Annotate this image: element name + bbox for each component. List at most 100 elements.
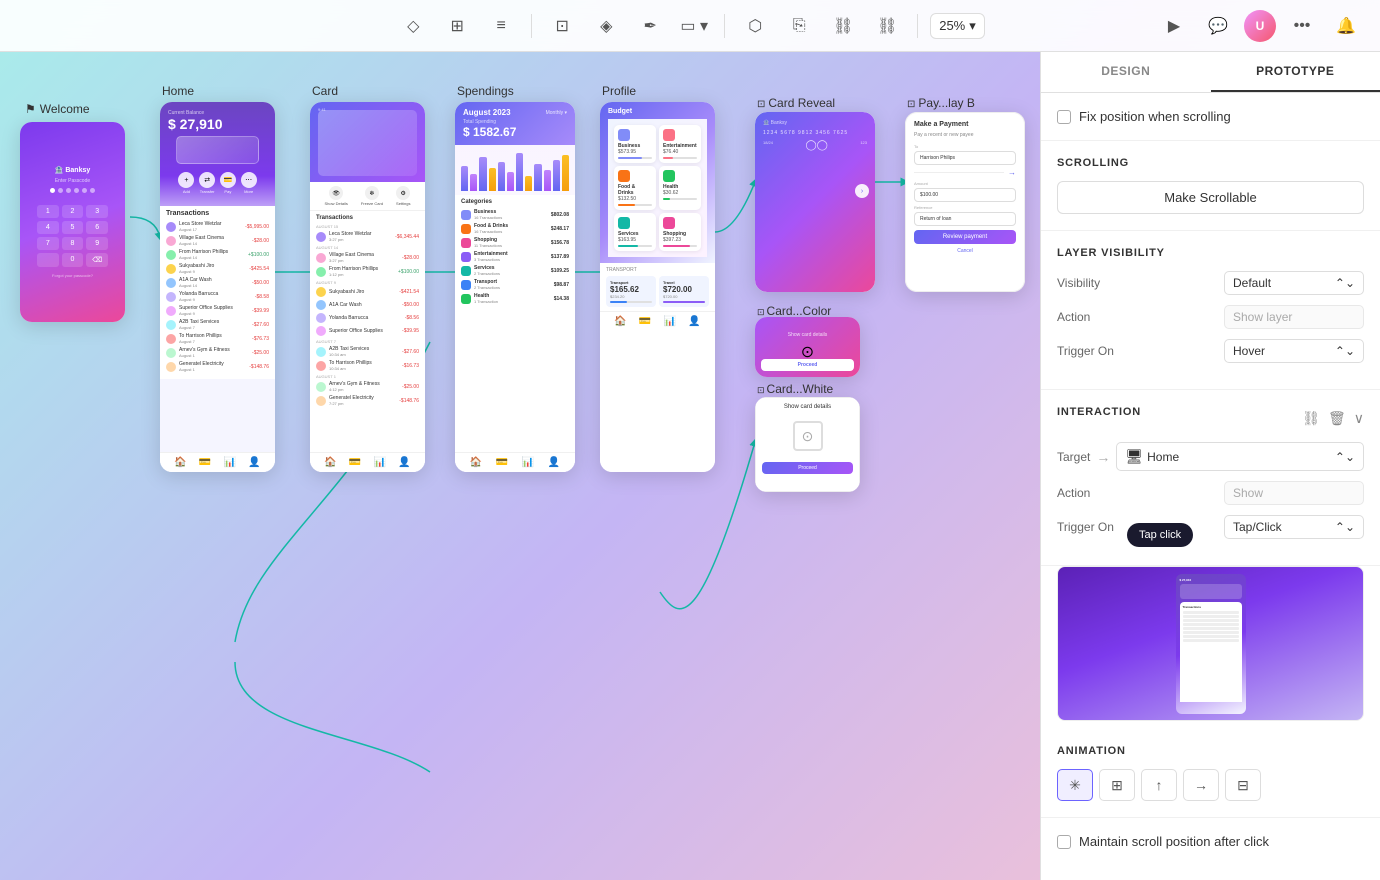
card-frame[interactable]: 9:41 👁 Show Details ❄ Freeze Card ⚙ Sett…: [310, 102, 425, 472]
link-tool[interactable]: ⛓: [825, 8, 861, 44]
card-content: 9:41 👁 Show Details ❄ Freeze Card ⚙ Sett…: [310, 102, 425, 472]
boolean-tool[interactable]: ⬡: [737, 8, 773, 44]
pay-content: Make a Payment Pay a recent or new payee…: [905, 112, 1025, 292]
profile-content: Budget Business $573.95 Entertainment $7…: [600, 102, 715, 472]
visibility-select[interactable]: Default ⌃⌄: [1224, 271, 1364, 295]
interaction-trigger-chevron: ⌃⌄: [1335, 520, 1355, 534]
notification-bell[interactable]: 🔔: [1328, 8, 1364, 44]
play-button[interactable]: ▶: [1156, 8, 1192, 44]
target-label: Target: [1057, 450, 1090, 464]
fix-position-section: Fix position when scrolling: [1041, 93, 1380, 141]
interaction-header: INTERACTION ⛓ 🗑 ∨: [1057, 406, 1364, 430]
animation-buttons: ✳ ⊞ ↑ → ⊟: [1057, 769, 1364, 801]
trigger-chevron: ⌃⌄: [1335, 344, 1355, 358]
card-white-label: ⊡Card...White: [757, 382, 833, 396]
toolbar: ◇ ⊞ ≡ ⊡ ◈ ✒ ▭ ▾ ⬡ ⎘ ⛓ ⛓ 25% ▾ ▶ 💬 U ••• …: [0, 0, 1380, 52]
zoom-value: 25%: [939, 18, 965, 33]
anim-instant-button[interactable]: ✳: [1057, 769, 1093, 801]
user-avatar[interactable]: U: [1244, 10, 1276, 42]
card-white-frame[interactable]: Show card details ⊙ Proceed: [755, 397, 860, 492]
interaction-delete-icon[interactable]: 🗑: [1328, 410, 1346, 427]
zoom-control[interactable]: 25% ▾: [930, 13, 985, 39]
welcome-frame[interactable]: 🏦 Banksy Enter Passcode 123 456 789 0⌫ F…: [20, 122, 125, 322]
card-color-content: Show card details ⊙ Proceed: [755, 317, 860, 377]
interaction-trigger-label: Trigger On: [1057, 520, 1114, 534]
spendings-frame[interactable]: August 2023 Monthly ▾ Total Spending $ 1…: [455, 102, 575, 472]
fix-position-row: Fix position when scrolling: [1057, 109, 1364, 124]
target-arrow-icon: →: [1096, 449, 1110, 465]
anim-slide-right-button[interactable]: →: [1183, 769, 1219, 801]
visibility-chevron: ⌃⌄: [1335, 276, 1355, 290]
divider-2: [724, 14, 725, 38]
pen-tool[interactable]: ✒: [632, 8, 668, 44]
maintain-scroll-label: Maintain scroll position after click: [1079, 834, 1269, 849]
pay-frame[interactable]: Make a Payment Pay a recent or new payee…: [905, 112, 1025, 292]
component-tool[interactable]: ◈: [588, 8, 624, 44]
trigger-value: Hover: [1233, 344, 1265, 358]
profile-label: Profile: [602, 84, 636, 98]
tap-click-badge: Tap click: [1127, 523, 1193, 547]
animation-section: Animation ✳ ⊞ ↑ → ⊟: [1041, 729, 1380, 818]
card-color-frame[interactable]: Show card details ⊙ Proceed: [755, 317, 860, 377]
rect-tool[interactable]: ▭ ▾: [676, 8, 712, 44]
spendings-content: August 2023 Monthly ▾ Total Spending $ 1…: [455, 102, 575, 472]
card-white-content: Show card details ⊙ Proceed: [755, 397, 860, 492]
divider-1: [531, 14, 532, 38]
action-label: Action: [1057, 310, 1090, 324]
scrolling-title: SCROLLING: [1057, 157, 1364, 169]
interaction-trigger-select[interactable]: Tap/Click ⌃⌄: [1224, 515, 1364, 539]
panel-tabs: DESIGN PROTOTYPE: [1041, 52, 1380, 93]
interaction-link-icon: ⛓: [1302, 410, 1320, 427]
diamond-tool[interactable]: ◇: [395, 8, 431, 44]
profile-frame[interactable]: Budget Business $573.95 Entertainment $7…: [600, 102, 715, 472]
design-tab[interactable]: DESIGN: [1041, 52, 1211, 92]
anim-slide-up-button[interactable]: ↑: [1141, 769, 1177, 801]
link2-tool[interactable]: ⛓: [869, 8, 905, 44]
copy-tool[interactable]: ⎘: [781, 8, 817, 44]
home-frame[interactable]: Current Balance $ 27,910 + Add ⇄ Transfe…: [160, 102, 275, 472]
target-value: Home: [1147, 450, 1179, 464]
spendings-label: Spendings: [457, 84, 514, 98]
welcome-content: 🏦 Banksy Enter Passcode 123 456 789 0⌫ F…: [20, 122, 125, 322]
trigger-row: Trigger On Hover ⌃⌄: [1057, 339, 1364, 363]
layer-visibility-section: LAYER VISIBILITY Visibility Default ⌃⌄ A…: [1041, 231, 1380, 390]
divider-3: [917, 14, 918, 38]
anim-push-button[interactable]: ⊟: [1225, 769, 1261, 801]
trigger-label: Trigger On: [1057, 344, 1114, 358]
interaction-trigger-value: Tap/Click: [1233, 520, 1282, 534]
make-scrollable-button[interactable]: Make Scrollable: [1057, 181, 1364, 214]
action-placeholder[interactable]: Show layer: [1224, 305, 1364, 329]
interaction-action-label: Action: [1057, 486, 1090, 500]
interaction-icons: ⛓ 🗑 ∨: [1302, 410, 1364, 427]
frame-tool[interactable]: ⊡: [544, 8, 580, 44]
target-row: Target → 🖥 Home ⌃⌄: [1057, 442, 1364, 471]
target-screen-icon: 🖥: [1125, 448, 1143, 465]
comment-button[interactable]: 💬: [1200, 8, 1236, 44]
preview-thumbnail: $ 27,910 Transactions: [1057, 566, 1364, 721]
card-reveal-frame[interactable]: 🏦 Banksy 1234 5678 9812 3456 7625 18/24 …: [755, 112, 875, 292]
interaction-title: INTERACTION: [1057, 406, 1141, 418]
interaction-trigger-row: Trigger On Tap/Click ⌃⌄: [1057, 515, 1364, 539]
canvas[interactable]: ⚑Welcome 🏦 Banksy Enter Passcode 123 456…: [0, 52, 1040, 880]
more-button[interactable]: •••: [1284, 8, 1320, 44]
interaction-action-placeholder[interactable]: Show: [1224, 481, 1364, 505]
visibility-label: Visibility: [1057, 276, 1100, 290]
layout-tool[interactable]: ⊞: [439, 8, 475, 44]
target-chevron: ⌃⌄: [1335, 450, 1355, 464]
prototype-tab[interactable]: PROTOTYPE: [1211, 52, 1380, 92]
tap-click-label: Tap click: [1139, 529, 1181, 541]
anim-dissolve-button[interactable]: ⊞: [1099, 769, 1135, 801]
interaction-expand-icon[interactable]: ∨: [1354, 410, 1364, 427]
trigger-select[interactable]: Hover ⌃⌄: [1224, 339, 1364, 363]
maintain-scroll-checkbox[interactable]: [1057, 835, 1071, 849]
interaction-action-row: Action Show: [1057, 481, 1364, 505]
fix-position-checkbox[interactable]: [1057, 110, 1071, 124]
filter-tool[interactable]: ≡: [483, 8, 519, 44]
toolbar-right: ▶ 💬 U ••• 🔔: [1156, 8, 1364, 44]
welcome-label: ⚑Welcome: [25, 102, 90, 116]
visibility-row: Visibility Default ⌃⌄: [1057, 271, 1364, 295]
card-label: Card: [312, 84, 338, 98]
animation-title: Animation: [1057, 745, 1364, 757]
target-select[interactable]: 🖥 Home ⌃⌄: [1116, 442, 1364, 471]
card-color-label: ⊡Card...Color: [757, 304, 831, 318]
